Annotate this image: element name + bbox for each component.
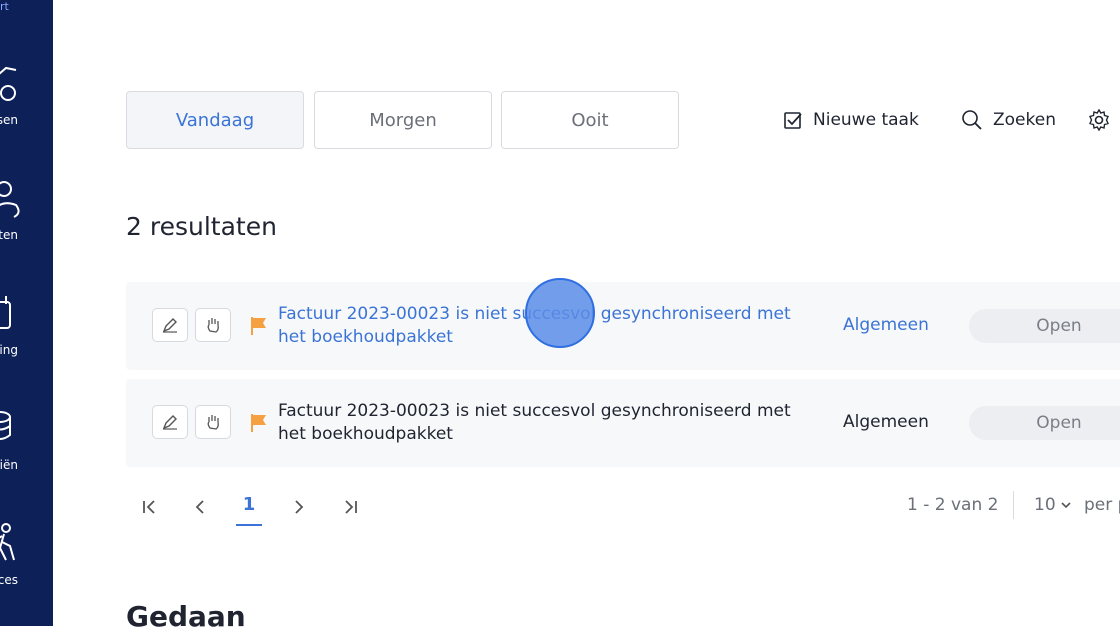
- new-task-button[interactable]: Nieuwe taak: [783, 104, 919, 136]
- click-indicator: [525, 278, 595, 348]
- sidebar-item-label: ten: [0, 228, 18, 242]
- flag-icon: [251, 414, 266, 432]
- search-icon: [962, 110, 982, 130]
- task-title[interactable]: Factuur 2023-00023 is niet succesvol ges…: [278, 400, 808, 446]
- gear-icon: [1089, 108, 1109, 132]
- status-badge[interactable]: Open: [969, 406, 1120, 440]
- sidebar-item-label: sen: [0, 113, 18, 127]
- next-page-button[interactable]: [284, 492, 314, 522]
- task-category: Algemeen: [843, 412, 929, 432]
- sidebar-item-ning[interactable]: ning: [0, 290, 53, 370]
- search-button[interactable]: Zoeken: [961, 104, 1056, 136]
- prev-page-button[interactable]: [185, 492, 215, 522]
- sidebar-item-rces[interactable]: rces: [0, 520, 53, 600]
- last-page-icon: [345, 500, 357, 514]
- last-page-button[interactable]: [334, 492, 364, 522]
- glasses-icon: [0, 66, 17, 101]
- page-size-value: 10: [1034, 495, 1056, 515]
- tab-vandaag[interactable]: Vandaag: [126, 91, 304, 149]
- status-badge[interactable]: Open: [969, 309, 1120, 343]
- pagination-divider: [1013, 491, 1014, 519]
- sidebar-item-ten[interactable]: ten: [0, 175, 53, 255]
- sidebar-item-label: ning: [0, 343, 18, 357]
- task-row: Factuur 2023-00023 is niet succesvol ges…: [126, 379, 1120, 467]
- checkbox-icon: [784, 112, 802, 129]
- results-count: 2 resultaten: [126, 212, 277, 241]
- sidebar-item-cien[interactable]: ciën: [0, 405, 53, 485]
- search-label: Zoeken: [993, 110, 1056, 130]
- sidebar-item-label: ciën: [0, 458, 18, 472]
- pagination-range: 1 - 2 van 2: [907, 495, 999, 515]
- sidebar-item-sen[interactable]: sen: [0, 60, 53, 140]
- hand-icon: [207, 318, 219, 333]
- chevron-right-icon: [295, 500, 304, 514]
- tab-ooit[interactable]: Ooit: [501, 91, 679, 149]
- sidebar: rt sen ten ning ciën: [0, 0, 53, 626]
- pen-icon: [162, 415, 177, 430]
- done-section-title: Gedaan: [126, 600, 246, 633]
- pickup-button[interactable]: [195, 405, 231, 439]
- task-title-line: Factuur 2023-00023 is niet succesvol ges…: [278, 401, 791, 421]
- assign-button[interactable]: [152, 308, 188, 342]
- pen-icon: [162, 318, 177, 333]
- per-page-label: per p: [1084, 495, 1120, 515]
- first-page-icon: [143, 500, 155, 514]
- task-title-line: het boekhoudpakket: [278, 424, 453, 444]
- planning-icon: [0, 296, 11, 329]
- chevron-down-icon: [1061, 502, 1071, 509]
- tab-morgen[interactable]: Morgen: [314, 91, 492, 149]
- task-category[interactable]: Algemeen: [843, 315, 929, 335]
- task-row: Factuur 2023-00023 is niet succesvol ges…: [126, 282, 1120, 370]
- first-page-button[interactable]: [136, 492, 166, 522]
- new-task-label: Nieuwe taak: [813, 110, 919, 130]
- sidebar-item-label: rces: [0, 573, 18, 587]
- hand-icon: [207, 415, 219, 430]
- pickup-button[interactable]: [195, 308, 231, 342]
- sidebar-top-label: rt: [0, 0, 9, 13]
- chevron-left-icon: [195, 500, 204, 514]
- page-size-select[interactable]: 10: [1034, 495, 1072, 515]
- resources-icon: [0, 523, 15, 561]
- assign-button[interactable]: [152, 405, 188, 439]
- page-number-current[interactable]: 1: [236, 494, 262, 526]
- settings-button[interactable]: [1087, 104, 1111, 136]
- flag-icon: [251, 317, 266, 335]
- contacts-icon: [0, 181, 20, 218]
- finance-icon: [0, 411, 11, 440]
